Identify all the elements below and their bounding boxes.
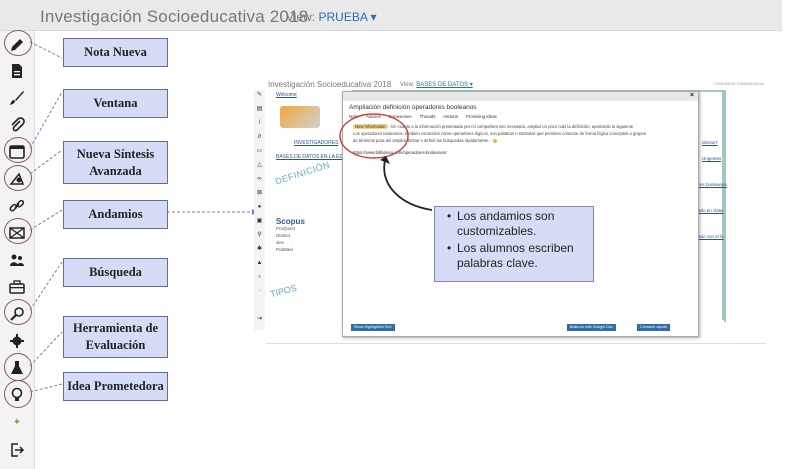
paperclip-icon[interactable] [6,114,28,136]
shot-welcome-link[interactable]: Welcome [276,92,297,98]
briefcase-icon[interactable] [6,276,28,298]
tab-threads[interactable]: Threads [420,114,436,119]
note-line-2: Los operadores booleanos, también conoci… [353,131,646,136]
document-icon[interactable] [6,60,28,82]
callout-item-2: Los alumnos escriben palabras clave. [447,241,593,271]
label-ventana: Ventana [63,89,168,118]
shot-right-link-1[interactable]: Ungentes [702,156,721,161]
proquest-logo: ProQuest [276,226,296,231]
label-nueva-sintesis: Nueva Síntesis Avanzada [63,141,168,184]
brush-icon[interactable] [6,87,28,109]
shot-title: Investigación Socioeducativa 2018 [268,80,392,89]
label-herramienta: Herramienta de Evaluación [63,316,168,358]
shot-brush-icon[interactable]: / [256,120,263,127]
shot-link-icon[interactable]: ∞ [256,176,263,183]
shot-view-label: View: [400,82,415,88]
label-nota-nueva: Nota Nueva [63,38,168,67]
gear-icon[interactable] [6,330,28,352]
callout-item-1: Los andamios son customizables. [447,209,593,239]
shot-view-value[interactable]: BASES DE DATOS ▾ [416,82,472,88]
note-url[interactable]: https://www.biblioteca.com/operadores-bo… [353,150,447,155]
tab-nota[interactable]: Nota [349,114,358,119]
shot-small-icon[interactable]: · [256,288,263,295]
shot-logos: Scopus ProQuest Dialnet vlex PubMed [276,218,305,253]
workspace-title: Investigación Socioeducativa 2018 [40,7,309,26]
google-doc-button[interactable]: Build-on with Google Doc [567,324,616,331]
shot-brief-icon[interactable]: ▣ [256,218,263,225]
dialnet-logo: Dialnet [276,233,291,238]
modal-tabs: Nota Autores Conexiones Threads Historia Prom… [349,114,505,119]
note-line-1: New Information - En cuanto a la informa… [353,124,634,129]
shot-bulb-icon[interactable]: ♁ [256,274,263,281]
highlight-circle-nota [4,30,32,56]
exit-icon[interactable] [6,439,28,461]
label-idea: Idea Prometedora [63,372,168,401]
shot-right-link-0[interactable]: idezas? [702,140,718,145]
shot-window-icon[interactable]: ▭ [256,148,263,155]
show-highlighted-button[interactable]: Show Highlighted Text [351,324,395,331]
shot-sidebar: ✎ ▤ / ∂ ▭ △ ∞ ⊠ ● ▣ ⚲ ✱ ▲ ♁ · ⇥ [254,90,265,330]
view-selector[interactable]: View: PRUEBA ▾ [286,10,377,24]
top-bar: Investigación Socioeducativa 2018 View: … [0,0,782,31]
vlex-logo: vlex [276,240,285,245]
pubmed-logo: PubMed [276,247,293,252]
shot-synth-icon[interactable]: △ [256,162,263,169]
note-line-3-text: de términos para así ampliar, limitar o … [353,138,492,143]
construir-aporte-button[interactable]: Construir aporte [637,324,671,331]
shot-search-icon[interactable]: ⚲ [256,232,263,239]
scaffold-end-icon [492,138,497,143]
modal-title: Ampliación definición operadores boolean… [349,104,477,111]
close-icon[interactable]: × [690,92,694,99]
divider [266,343,766,344]
label-busqueda: Búsqueda [63,258,168,287]
modal-header: × [343,92,698,101]
shot-right-link-2[interactable]: ores booleanos [696,182,727,187]
shot-illustration [280,106,320,128]
shot-pencil-icon[interactable]: ✎ [256,92,263,99]
scopus-logo: Scopus [276,217,305,226]
highlight-circle-andamios [4,218,32,244]
shot-frame-right [722,90,724,320]
shot-investigadores-link[interactable]: INVESTIGADORES [294,140,338,146]
small-icon[interactable]: ✦ [6,411,28,433]
shot-gear-icon[interactable]: ✱ [256,246,263,253]
scaffold-tag[interactable]: New Information [353,124,388,129]
shot-bases-link[interactable]: BASES DE DATOS EN LA EDUC [276,154,350,160]
tab-autores[interactable]: Autores [366,114,381,119]
shot-definicion: DEFINICIÓN [273,159,332,187]
tab-historia[interactable]: Historia [443,114,458,119]
link-icon[interactable] [6,195,28,217]
shot-clip-icon[interactable]: ∂ [256,134,263,141]
note-line-3: de términos para así ampliar, limitar o … [353,138,497,143]
group-icon[interactable] [6,249,28,271]
view-value[interactable]: PRUEBA ▾ [318,10,376,24]
tab-conexiones[interactable]: Conexiones [389,114,412,119]
shot-group-icon[interactable]: ● [256,204,263,211]
tab-promising-ideas[interactable]: Promising Ideas [466,114,497,119]
view-label: View: [286,10,316,24]
shot-view: View: BASES DE DATOS ▾ [400,81,473,88]
shot-doc-icon[interactable]: ▤ [256,106,263,113]
highlight-circle-herramienta [4,353,32,381]
highlight-circle-sintesis [4,165,32,191]
shot-scaffold-icon[interactable]: ⊠ [256,190,263,197]
shot-right-link-4[interactable]: ado con el lo [698,234,724,239]
shot-right-text: COMUNIDAD COMUNIDAD iorl [714,82,764,86]
highlight-circle-busqueda [4,299,32,325]
shot-exit-icon[interactable]: ⇥ [256,316,263,323]
highlight-circle-ventana [4,137,32,163]
note-line-1-text: - En cuanto a la información presentada … [388,124,635,129]
highlight-circle-idea [4,380,32,408]
label-andamios: Andamios [63,200,168,229]
shot-right-link-3[interactable]: ado en clase [698,208,724,213]
shot-flask-icon[interactable]: ▲ [256,260,263,267]
shot-tipos: TIPOS [269,282,298,300]
scaffold-callout: Los andamios son customizables. Los alum… [434,206,594,282]
